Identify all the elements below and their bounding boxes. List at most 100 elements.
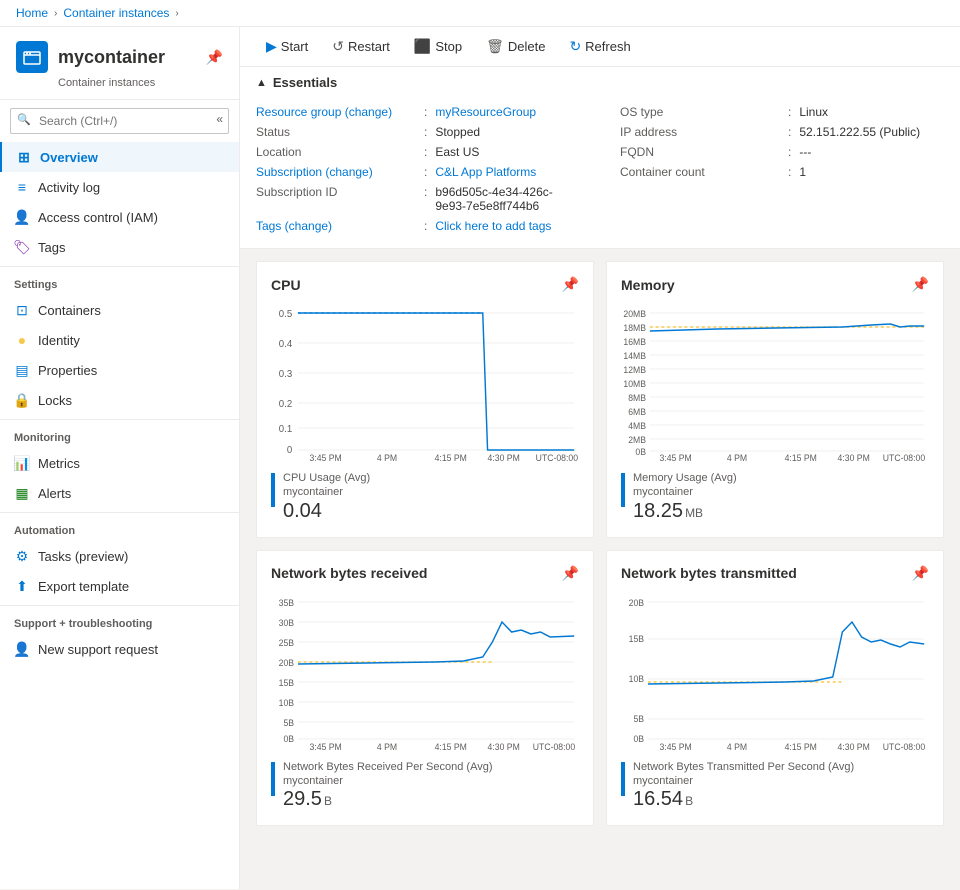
sidebar-item-support[interactable]: 👤 New support request xyxy=(0,634,239,664)
svg-text:UTC-08:00: UTC-08:00 xyxy=(533,741,575,751)
breadcrumb-sep-2: › xyxy=(175,8,178,19)
breadcrumb: Home › Container instances › xyxy=(0,0,960,27)
sidebar-item-access-control[interactable]: 👤 Access control (IAM) xyxy=(0,202,239,232)
network-recv-pin-icon[interactable]: 📌 xyxy=(562,565,579,582)
alerts-icon: ▦ xyxy=(14,485,30,501)
sidebar-item-alerts[interactable]: ▦ Alerts xyxy=(0,478,239,508)
refresh-icon: ↻ xyxy=(569,38,581,55)
network-trans-pin-icon[interactable]: 📌 xyxy=(912,565,929,582)
svg-text:2MB: 2MB xyxy=(628,435,646,445)
breadcrumb-home[interactable]: Home xyxy=(16,6,48,20)
sidebar-item-tags[interactable]: 🏷 Tags xyxy=(0,232,239,262)
memory-pin-icon[interactable]: 📌 xyxy=(912,276,929,293)
start-button[interactable]: ▶ Start xyxy=(256,33,318,60)
sidebar-item-locks[interactable]: 🔒 Locks xyxy=(0,385,239,415)
restart-button[interactable]: ↺ Restart xyxy=(322,33,400,60)
automation-section: Automation xyxy=(0,512,239,541)
sidebar-item-tasks-label: Tasks (preview) xyxy=(38,549,128,564)
ess-row-resource-group: Resource group (change) : myResourceGrou… xyxy=(256,102,580,122)
main-content: ▶ Start ↺ Restart ⬛ Stop 🗑 Delete ↻ Refr… xyxy=(240,27,960,889)
svg-text:18MB: 18MB xyxy=(623,323,646,333)
svg-text:5B: 5B xyxy=(633,713,644,723)
network-recv-chart: 35B 30B 25B 20B 15B 10B 5B 0B xyxy=(271,592,579,752)
network-trans-legend-text: Network Bytes Transmitted Per Second (Av… xyxy=(633,760,854,812)
sidebar-subtitle: Container instances xyxy=(16,77,223,89)
search-input[interactable] xyxy=(10,108,229,134)
sidebar-item-tasks[interactable]: ⚙ Tasks (preview) xyxy=(0,541,239,571)
delete-label: Delete xyxy=(508,39,546,54)
pin-icon[interactable]: 📌 xyxy=(206,49,223,66)
delete-button[interactable]: 🗑 Delete xyxy=(476,33,555,60)
svg-text:35B: 35B xyxy=(279,597,295,607)
svg-text:UTC-08:00: UTC-08:00 xyxy=(536,453,578,463)
svg-text:4 PM: 4 PM xyxy=(727,741,747,751)
svg-text:4 PM: 4 PM xyxy=(727,453,747,463)
cpu-pin-icon[interactable]: 📌 xyxy=(562,276,579,293)
memory-chart: 20MB 18MB 16MB 14MB 12MB 10MB 8MB 6MB 4M… xyxy=(621,303,929,463)
sidebar-item-identity-label: Identity xyxy=(38,333,80,348)
sidebar-nav: ⊞ Overview ≡ Activity log 👤 Access contr… xyxy=(0,142,239,664)
cpu-chart-title: CPU 📌 xyxy=(271,276,579,293)
svg-text:4:30 PM: 4:30 PM xyxy=(838,741,870,751)
svg-text:0B: 0B xyxy=(633,733,644,743)
access-control-icon: 👤 xyxy=(14,209,30,225)
ess-row-subscription-id: Subscription ID : b96d505c-4e34-426c-9e9… xyxy=(256,182,580,216)
sidebar-item-activity-log[interactable]: ≡ Activity log xyxy=(0,172,239,202)
svg-text:10B: 10B xyxy=(629,673,645,683)
svg-text:4MB: 4MB xyxy=(628,421,646,431)
sidebar-item-metrics[interactable]: 📊 Metrics xyxy=(0,448,239,478)
svg-text:3:45 PM: 3:45 PM xyxy=(660,741,692,751)
search-box[interactable]: « xyxy=(10,108,229,134)
sidebar-item-export[interactable]: ⬆ Export template xyxy=(0,571,239,601)
essentials-left: Resource group (change) : myResourceGrou… xyxy=(256,102,580,236)
sidebar-item-properties-label: Properties xyxy=(38,363,97,378)
sidebar-item-containers[interactable]: ⊡ Containers xyxy=(0,295,239,325)
svg-text:3:45 PM: 3:45 PM xyxy=(310,741,342,751)
sidebar-item-support-label: New support request xyxy=(38,642,158,657)
collapse-icon[interactable]: « xyxy=(216,112,223,126)
network-recv-legend-bar xyxy=(271,762,275,796)
monitoring-section: Monitoring xyxy=(0,419,239,448)
sidebar-item-identity[interactable]: ● Identity xyxy=(0,325,239,355)
network-recv-legend-text: Network Bytes Received Per Second (Avg) … xyxy=(283,760,493,812)
essentials-header[interactable]: ▲ Essentials xyxy=(240,67,960,98)
memory-chart-title: Memory 📌 xyxy=(621,276,929,293)
metrics-icon: 📊 xyxy=(14,455,30,471)
memory-legend: Memory Usage (Avg) mycontainer 18.25 MB xyxy=(621,471,929,523)
network-recv-legend: Network Bytes Received Per Second (Avg) … xyxy=(271,760,579,812)
memory-legend-bar xyxy=(621,473,625,507)
tasks-icon: ⚙ xyxy=(14,548,30,564)
cpu-chart: 0.5 0.4 0.3 0.2 0.1 0 xyxy=(271,303,579,463)
essentials-chevron: ▲ xyxy=(256,77,267,89)
svg-text:15B: 15B xyxy=(279,677,295,687)
sidebar-item-tags-label: Tags xyxy=(38,240,65,255)
sidebar-item-overview[interactable]: ⊞ Overview xyxy=(0,142,239,172)
sidebar-item-properties[interactable]: ▤ Properties xyxy=(0,355,239,385)
svg-text:4:30 PM: 4:30 PM xyxy=(838,453,870,463)
refresh-button[interactable]: ↻ Refresh xyxy=(559,33,640,60)
cpu-chart-card: CPU 📌 0.5 0.4 0.3 0.2 0.1 0 xyxy=(256,261,594,538)
delete-icon: 🗑 xyxy=(486,38,504,55)
network-trans-chart-title: Network bytes transmitted 📌 xyxy=(621,565,929,582)
svg-text:4:15 PM: 4:15 PM xyxy=(435,741,467,751)
svg-text:4:30 PM: 4:30 PM xyxy=(488,741,520,751)
svg-text:14MB: 14MB xyxy=(623,351,646,361)
cpu-legend-bar xyxy=(271,473,275,507)
ess-row-location: Location : East US xyxy=(256,142,580,162)
svg-text:10B: 10B xyxy=(279,697,295,707)
settings-section: Settings xyxy=(0,266,239,295)
svg-text:12MB: 12MB xyxy=(623,365,646,375)
ess-row-os-type: OS type : Linux xyxy=(620,102,944,122)
sidebar-item-metrics-label: Metrics xyxy=(38,456,80,471)
toolbar: ▶ Start ↺ Restart ⬛ Stop 🗑 Delete ↻ Refr… xyxy=(240,27,960,67)
breadcrumb-container-instances[interactable]: Container instances xyxy=(63,6,169,20)
sidebar-item-alerts-label: Alerts xyxy=(38,486,71,501)
essentials-body: Resource group (change) : myResourceGrou… xyxy=(240,98,960,248)
sidebar-item-locks-label: Locks xyxy=(38,393,72,408)
sidebar-item-containers-label: Containers xyxy=(38,303,101,318)
stop-button[interactable]: ⬛ Stop xyxy=(404,33,472,60)
activity-log-icon: ≡ xyxy=(14,179,30,195)
sidebar-item-export-label: Export template xyxy=(38,579,129,594)
svg-text:6MB: 6MB xyxy=(628,407,646,417)
svg-text:0.1: 0.1 xyxy=(279,424,292,435)
